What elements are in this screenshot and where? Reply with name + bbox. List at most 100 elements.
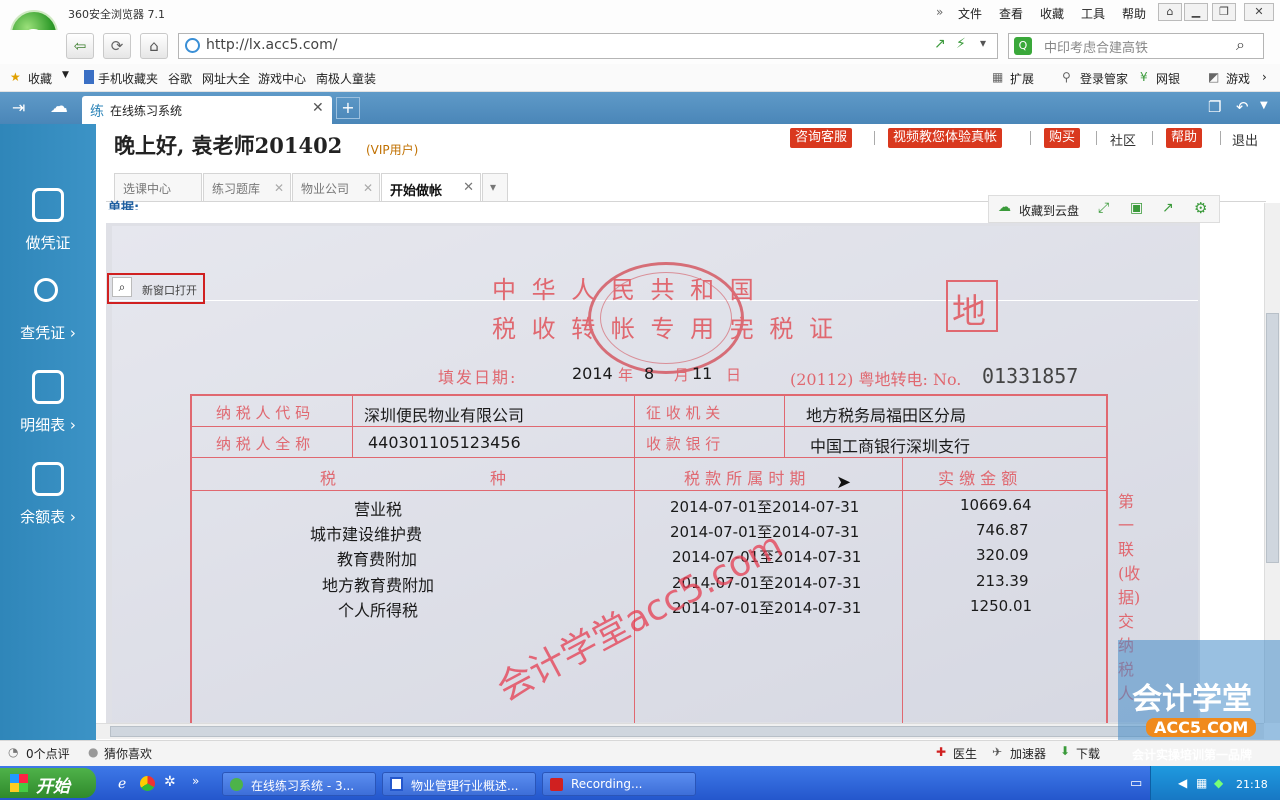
close-tab-icon[interactable]: ✕ xyxy=(463,180,474,195)
share-icon[interactable]: ↗ xyxy=(1162,200,1174,216)
search-input[interactable]: 中印考虑合建高铁 xyxy=(1044,37,1148,56)
recommendations-link[interactable]: 猜你喜欢 xyxy=(104,745,152,762)
more-quicklaunch-icon[interactable]: » xyxy=(192,774,199,788)
month-unit: 月 xyxy=(674,366,690,384)
ie-icon[interactable]: ℯ xyxy=(118,776,126,792)
task-label: 物业管理行业概述... xyxy=(411,779,519,793)
zoom-icon[interactable]: ⌕ xyxy=(112,277,132,297)
restore-button[interactable]: ❐ xyxy=(1212,3,1236,21)
sidebar-item-query-voucher[interactable]: 查凭证 › xyxy=(0,278,96,358)
browser-task-icon xyxy=(230,778,243,791)
dropdown-icon[interactable]: ▾ xyxy=(980,36,986,50)
login-manager-button[interactable]: 登录管家 xyxy=(1080,70,1128,87)
menu-tools[interactable]: 工具 xyxy=(1081,5,1105,22)
skin-button[interactable]: ⌂ xyxy=(1158,3,1182,21)
horizontal-scrollbar[interactable] xyxy=(96,723,1264,739)
tab-menu-icon[interactable]: ▼ xyxy=(1260,100,1268,111)
logout-link[interactable]: 退出 xyxy=(1232,130,1258,149)
customer-service-button[interactable]: 咨询客服 xyxy=(790,128,853,148)
menu-help[interactable]: 帮助 xyxy=(1122,5,1146,22)
tax-type-cell: 营业税 xyxy=(354,500,403,519)
buy-button[interactable]: 购买 xyxy=(1044,128,1081,148)
bookmark-mobile[interactable]: 手机收藏夹 xyxy=(98,70,158,87)
bank-value: 中国工商银行深圳支行 xyxy=(810,437,971,456)
volume-icon[interactable]: ◀ xyxy=(1178,776,1187,790)
online-bank-button[interactable]: 网银 xyxy=(1156,70,1180,87)
help-button[interactable]: 帮助 xyxy=(1166,128,1203,148)
minimize-button[interactable]: ▁ xyxy=(1184,3,1208,21)
sidebar-item-detail[interactable]: 明细表 › xyxy=(0,370,96,450)
task-online-practice[interactable]: 在线练习系统 - 3... xyxy=(222,772,376,796)
tab-property-company[interactable]: 物业公司 ✕ xyxy=(292,173,380,202)
undo-close-icon[interactable]: ↶ xyxy=(1236,98,1249,116)
tabs-dropdown[interactable]: ▾ xyxy=(482,173,508,202)
sidebar-toggle-icon[interactable]: ⇥ xyxy=(12,98,25,117)
accelerator-button[interactable]: 加速器 xyxy=(1010,745,1046,762)
tray-app-icon[interactable]: ◆ xyxy=(1214,776,1223,790)
save-icon[interactable]: ▣ xyxy=(1130,200,1143,216)
search-icon[interactable]: ⌕ xyxy=(1236,35,1245,55)
back-button[interactable]: ⇦ xyxy=(66,33,94,59)
chrome-icon[interactable] xyxy=(140,776,155,791)
phone-icon xyxy=(84,70,94,84)
window-icon[interactable]: ▭ xyxy=(1130,776,1142,791)
video-tutorial-button[interactable]: 视频教您体验真帐 xyxy=(888,128,1003,148)
more-bookmarks-icon[interactable]: › xyxy=(1262,70,1267,84)
accelerator-icon: ✈ xyxy=(992,745,1003,759)
tab-label: 练习题库 xyxy=(212,182,261,196)
bookmark-google[interactable]: 谷歌 xyxy=(168,70,192,87)
speed-icon[interactable]: ⚡ xyxy=(956,36,966,52)
close-tab-icon[interactable]: ✕ xyxy=(363,181,373,195)
network-icon[interactable]: ▦ xyxy=(1196,776,1207,790)
share-icon[interactable]: ↗ xyxy=(934,36,946,52)
sidebar-item-balance[interactable]: 余额表 › xyxy=(0,462,96,542)
close-tab-icon[interactable]: ✕ xyxy=(312,100,324,116)
cloud-icon[interactable]: ☁ xyxy=(50,96,68,117)
scroll-thumb[interactable] xyxy=(1266,313,1279,563)
refresh-button[interactable]: ⟳ xyxy=(103,33,131,59)
close-tab-icon[interactable]: ✕ xyxy=(274,181,284,195)
menu-favorites[interactable]: 收藏 xyxy=(1040,5,1064,22)
table-rule xyxy=(784,394,785,457)
settings-icon[interactable]: ⚙ xyxy=(1194,199,1207,217)
section-label: 单据: xyxy=(108,201,140,210)
new-tab-button[interactable]: + xyxy=(336,97,360,119)
tab-list-icon[interactable]: ❐ xyxy=(1208,98,1221,116)
bookmark-games[interactable]: 游戏中心 xyxy=(258,70,306,87)
open-new-window-link[interactable]: 新窗口打开 xyxy=(142,282,197,298)
chevron-down-icon[interactable]: ▼ xyxy=(62,70,69,80)
games-button[interactable]: 游戏 xyxy=(1226,70,1250,87)
tab-start-bookkeeping[interactable]: 开始做帐 ✕ xyxy=(381,173,481,202)
tax-type-cell: 教育费附加 xyxy=(337,550,418,569)
extensions-button[interactable]: 扩展 xyxy=(1010,70,1034,87)
download-button[interactable]: 下载 xyxy=(1076,745,1100,762)
home-button[interactable]: ⌂ xyxy=(140,33,168,59)
bookmark-directory[interactable]: 网址大全 xyxy=(202,70,250,87)
tax-type-cell: 个人所得税 xyxy=(338,601,419,620)
search-engine-icon[interactable]: Q xyxy=(1014,37,1032,55)
app-title: 360安全浏览器 7.1 xyxy=(68,8,165,21)
menu-view[interactable]: 查看 xyxy=(999,5,1023,22)
bookmark-favorites[interactable]: 收藏 xyxy=(28,70,52,87)
comments-count[interactable]: 0个点评 xyxy=(26,745,70,762)
doctor-button[interactable]: 医生 xyxy=(953,745,977,762)
tab-label: 选课中心 xyxy=(123,182,172,196)
bookmark-clothes[interactable]: 南极人童装 xyxy=(316,70,376,87)
more-icon[interactable]: » xyxy=(936,5,943,19)
community-link[interactable]: 社区 xyxy=(1110,130,1136,149)
close-window-button[interactable]: ✕ xyxy=(1244,3,1274,21)
task-property-doc[interactable]: 物业管理行业概述... xyxy=(382,772,536,796)
sidebar-item-make-voucher[interactable]: 做凭证 xyxy=(0,188,96,268)
scroll-thumb[interactable] xyxy=(110,726,1250,737)
task-recording[interactable]: Recording... xyxy=(542,772,696,796)
tab-exercise-bank[interactable]: 练习题库 ✕ xyxy=(203,173,291,202)
fullscreen-icon[interactable]: ⤢ xyxy=(1098,200,1109,216)
save-to-cloud-button[interactable]: 收藏到云盘 xyxy=(1019,202,1079,219)
menu-file[interactable]: 文件 xyxy=(958,5,982,22)
separator xyxy=(1152,131,1153,145)
star-icon: ★ xyxy=(10,70,21,84)
site-icon xyxy=(185,38,200,53)
tax-amount-cell: 213.39 xyxy=(976,572,1029,590)
col-item: 种 xyxy=(490,469,507,488)
app-icon[interactable]: ✲ xyxy=(164,774,176,790)
